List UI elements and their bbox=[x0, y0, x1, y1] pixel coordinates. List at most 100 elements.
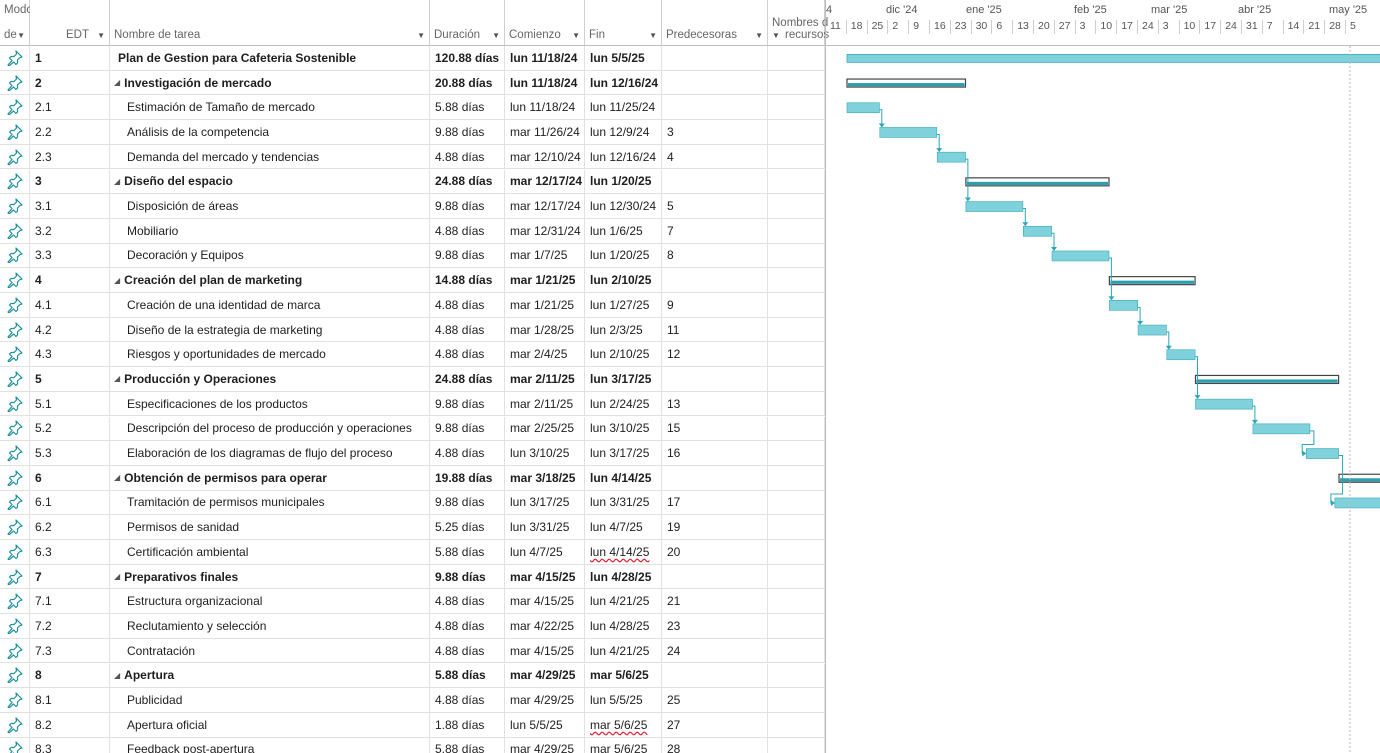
manual-task-pin-icon[interactable] bbox=[0, 194, 30, 218]
task-edt-cell[interactable]: 2.1 bbox=[30, 95, 110, 120]
task-resources-cell[interactable] bbox=[768, 144, 825, 169]
task-pred-cell[interactable]: 27 bbox=[662, 712, 768, 737]
collapse-triangle-icon[interactable]: ◢ bbox=[114, 374, 120, 383]
task-pred-cell[interactable]: 21 bbox=[662, 589, 768, 614]
task-fin-cell[interactable]: lun 3/17/25 bbox=[585, 367, 662, 391]
task-name-cell[interactable]: Feedback post-apertura bbox=[110, 737, 430, 753]
task-edt-cell[interactable]: 8.3 bbox=[30, 737, 110, 753]
manual-task-pin-icon[interactable] bbox=[0, 737, 30, 753]
task-fin-cell[interactable]: lun 4/14/25 bbox=[585, 465, 662, 490]
task-name-cell[interactable]: Elaboración de los diagramas de flujo de… bbox=[110, 441, 430, 465]
table-row[interactable]: 6.3 Certificación ambiental 5.88 días lun 4… bbox=[0, 540, 825, 565]
task-dur-cell[interactable]: 5.25 días bbox=[430, 515, 505, 539]
task-start-cell[interactable]: mar 12/17/24 bbox=[505, 194, 585, 218]
manual-task-pin-icon[interactable] bbox=[0, 416, 30, 441]
task-pred-cell[interactable] bbox=[662, 95, 768, 120]
task-name-cell[interactable]: Creación de una identidad de marca bbox=[110, 293, 430, 317]
manual-task-pin-icon[interactable] bbox=[0, 465, 30, 490]
task-resources-cell[interactable] bbox=[768, 391, 825, 416]
dropdown-arrow-icon[interactable]: ▼ bbox=[649, 31, 657, 40]
task-dur-cell[interactable]: 4.88 días bbox=[430, 441, 505, 465]
task-resources-cell[interactable] bbox=[768, 712, 825, 737]
dropdown-arrow-icon[interactable]: ▼ bbox=[572, 31, 580, 40]
task-fin-cell[interactable]: mar 5/6/25 bbox=[585, 663, 662, 688]
manual-task-pin-icon[interactable] bbox=[0, 317, 30, 342]
task-start-cell[interactable]: mar 1/21/25 bbox=[505, 293, 585, 317]
task-dur-cell[interactable]: 4.88 días bbox=[430, 144, 505, 169]
task-pred-cell[interactable]: 28 bbox=[662, 737, 768, 753]
task-pred-cell[interactable]: 16 bbox=[662, 441, 768, 465]
collapse-triangle-icon[interactable]: ◢ bbox=[114, 671, 120, 680]
task-resources-cell[interactable] bbox=[768, 218, 825, 243]
task-resources-cell[interactable] bbox=[768, 416, 825, 441]
table-row[interactable]: 3.1 Disposición de áreas 9.88 días mar 12/1… bbox=[0, 194, 825, 219]
table-row[interactable]: 7.3 Contratación 4.88 días mar 4/15/25 lun 4… bbox=[0, 638, 825, 664]
dropdown-arrow-icon[interactable]: ▼ bbox=[772, 31, 780, 40]
task-start-cell[interactable]: mar 3/18/25 bbox=[505, 465, 585, 490]
task-name-cell[interactable]: Especificaciones de los productos bbox=[110, 391, 430, 416]
task-start-cell[interactable]: lun 11/18/24 bbox=[505, 95, 585, 120]
table-row[interactable]: 8.1 Publicidad 4.88 días mar 4/29/25 lun 5/5… bbox=[0, 688, 825, 713]
task-pred-cell[interactable]: 12 bbox=[662, 342, 768, 367]
task-dur-cell[interactable]: 4.88 días bbox=[430, 614, 505, 638]
task-fin-cell[interactable]: lun 1/6/25 bbox=[585, 218, 662, 243]
column-header-edt[interactable]: EDT ▼ bbox=[30, 0, 110, 46]
task-edt-cell[interactable]: 7.1 bbox=[30, 589, 110, 614]
task-resources-cell[interactable] bbox=[768, 46, 825, 70]
task-edt-cell[interactable]: 2.3 bbox=[30, 144, 110, 169]
task-name-cell[interactable]: Diseño de la estrategia de marketing bbox=[110, 317, 430, 342]
task-fin-cell[interactable]: lun 4/28/25 bbox=[585, 614, 662, 638]
task-resources-cell[interactable] bbox=[768, 737, 825, 753]
task-start-cell[interactable]: mar 12/17/24 bbox=[505, 169, 585, 194]
task-start-cell[interactable]: mar 4/29/25 bbox=[505, 737, 585, 753]
task-dur-cell[interactable]: 1.88 días bbox=[430, 712, 505, 737]
task-fin-cell[interactable]: lun 1/20/25 bbox=[585, 243, 662, 268]
task-name-cell[interactable]: Contratación bbox=[110, 638, 430, 663]
task-fin-cell[interactable]: lun 1/27/25 bbox=[585, 293, 662, 317]
task-resources-cell[interactable] bbox=[768, 293, 825, 317]
column-header-duration[interactable]: Duración ▼ bbox=[430, 0, 505, 46]
task-name-cell[interactable]: Estructura organizacional bbox=[110, 589, 430, 614]
task-dur-cell[interactable]: 120.88 días bbox=[430, 46, 505, 70]
task-name-cell[interactable]: Tramitación de permisos municipales bbox=[110, 490, 430, 515]
task-edt-cell[interactable]: 6.3 bbox=[30, 540, 110, 564]
manual-task-pin-icon[interactable] bbox=[0, 169, 30, 194]
task-start-cell[interactable]: mar 4/22/25 bbox=[505, 614, 585, 638]
task-start-cell[interactable]: lun 3/31/25 bbox=[505, 515, 585, 539]
task-name-cell[interactable]: ◢ Creación del plan de marketing bbox=[110, 268, 430, 292]
task-pred-cell[interactable] bbox=[662, 663, 768, 688]
task-edt-cell[interactable]: 7.3 bbox=[30, 638, 110, 663]
task-dur-cell[interactable]: 19.88 días bbox=[430, 465, 505, 490]
dropdown-arrow-icon[interactable]: ▼ bbox=[417, 31, 425, 40]
task-start-cell[interactable]: mar 2/11/25 bbox=[505, 367, 585, 391]
manual-task-pin-icon[interactable] bbox=[0, 663, 30, 688]
task-pred-cell[interactable]: 24 bbox=[662, 638, 768, 663]
table-row[interactable]: 4.2 Diseño de la estrategia de marketing 4… bbox=[0, 317, 825, 343]
task-name-cell[interactable]: Publicidad bbox=[110, 688, 430, 712]
task-start-cell[interactable]: mar 4/29/25 bbox=[505, 663, 585, 688]
task-dur-cell[interactable]: 24.88 días bbox=[430, 367, 505, 391]
task-dur-cell[interactable]: 9.88 días bbox=[430, 416, 505, 441]
task-pred-cell[interactable]: 23 bbox=[662, 614, 768, 638]
manual-task-pin-icon[interactable] bbox=[0, 144, 30, 169]
task-edt-cell[interactable]: 5.3 bbox=[30, 441, 110, 465]
task-dur-cell[interactable]: 4.88 días bbox=[430, 638, 505, 663]
manual-task-pin-icon[interactable] bbox=[0, 515, 30, 539]
task-edt-cell[interactable]: 3.3 bbox=[30, 243, 110, 268]
manual-task-pin-icon[interactable] bbox=[0, 70, 30, 95]
task-dur-cell[interactable]: 9.88 días bbox=[430, 243, 505, 268]
task-edt-cell[interactable]: 6.1 bbox=[30, 490, 110, 515]
task-name-cell[interactable]: Mobiliario bbox=[110, 218, 430, 243]
manual-task-pin-icon[interactable] bbox=[0, 95, 30, 120]
task-edt-cell[interactable]: 5.2 bbox=[30, 416, 110, 441]
task-dur-cell[interactable]: 9.88 días bbox=[430, 194, 505, 218]
task-resources-cell[interactable] bbox=[768, 70, 825, 95]
task-fin-cell[interactable]: lun 4/21/25 bbox=[585, 638, 662, 663]
table-row[interactable]: 6.2 Permisos de sanidad 5.25 días lun 3/31/… bbox=[0, 515, 825, 540]
task-pred-cell[interactable]: 19 bbox=[662, 515, 768, 539]
task-edt-cell[interactable]: 2.2 bbox=[30, 120, 110, 144]
table-row[interactable]: 8.3 Feedback post-apertura 5.88 días mar 4/… bbox=[0, 737, 825, 753]
task-resources-cell[interactable] bbox=[768, 120, 825, 144]
task-edt-cell[interactable]: 2 bbox=[30, 70, 110, 95]
table-row[interactable]: 6.1 Tramitación de permisos municipales 9.… bbox=[0, 490, 825, 516]
